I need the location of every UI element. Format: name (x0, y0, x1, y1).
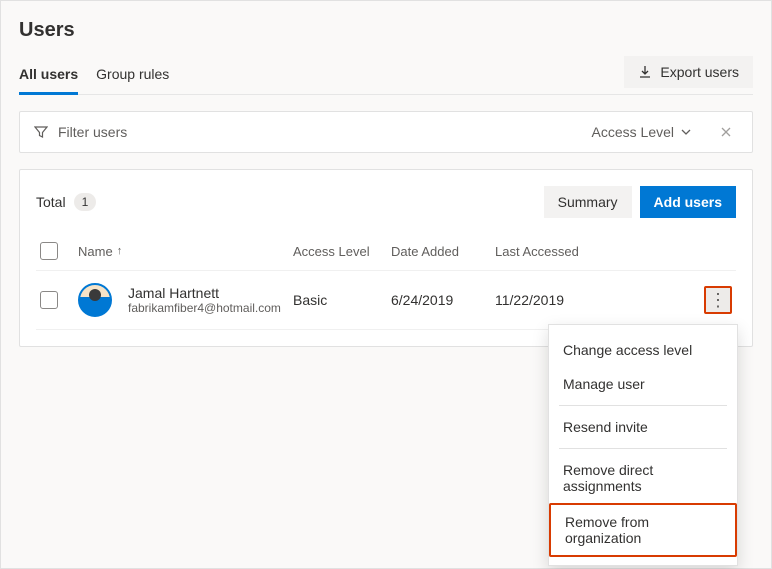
add-users-button[interactable]: Add users (640, 186, 736, 218)
menu-divider (559, 448, 727, 449)
menu-resend-invite[interactable]: Resend invite (549, 410, 737, 444)
tab-bar: All users Group rules Export users (19, 56, 753, 95)
users-card: Total 1 Summary Add users Name ↑ Access … (19, 169, 753, 347)
sort-arrow-icon: ↑ (117, 245, 123, 257)
menu-divider (559, 405, 727, 406)
select-all-checkbox[interactable] (40, 242, 58, 260)
total-label: Total (36, 194, 66, 210)
more-actions-button[interactable]: ⋮ (704, 286, 732, 314)
tab-all-users[interactable]: All users (19, 60, 78, 95)
user-email: fabrikamfiber4@hotmail.com (128, 301, 281, 315)
user-access-level: Basic (293, 292, 391, 308)
column-last-accessed[interactable]: Last Accessed (495, 244, 605, 259)
column-access-level[interactable]: Access Level (293, 244, 391, 259)
export-users-label: Export users (660, 64, 739, 80)
tab-group-rules[interactable]: Group rules (96, 60, 169, 95)
user-last-accessed: 11/22/2019 (495, 292, 605, 308)
menu-manage-user[interactable]: Manage user (549, 367, 737, 401)
menu-change-access-level[interactable]: Change access level (549, 333, 737, 367)
filter-bar: Filter users Access Level (19, 111, 753, 153)
export-users-button[interactable]: Export users (624, 56, 753, 88)
filter-input[interactable]: Filter users (58, 124, 582, 140)
row-checkbox[interactable] (40, 291, 58, 309)
access-level-dropdown[interactable]: Access Level (592, 124, 692, 140)
download-icon (638, 65, 652, 79)
close-icon[interactable] (714, 122, 738, 142)
avatar (78, 283, 112, 317)
total-badge: 1 (74, 193, 97, 211)
filter-icon (34, 125, 48, 139)
summary-button[interactable]: Summary (544, 186, 632, 218)
table-row: Jamal Hartnett fabrikamfiber4@hotmail.co… (36, 271, 736, 330)
chevron-down-icon (680, 126, 692, 138)
total-count: Total 1 (36, 193, 96, 211)
user-date-added: 6/24/2019 (391, 292, 495, 308)
menu-remove-from-organization[interactable]: Remove from organization (549, 503, 737, 557)
access-level-label: Access Level (592, 124, 674, 140)
context-menu: Change access level Manage user Resend i… (548, 324, 738, 566)
column-name[interactable]: Name (78, 244, 113, 259)
page-title: Users (19, 19, 753, 42)
user-name: Jamal Hartnett (128, 285, 281, 301)
table-header: Name ↑ Access Level Date Added Last Acce… (36, 236, 736, 271)
column-date-added[interactable]: Date Added (391, 244, 495, 259)
menu-remove-direct-assignments[interactable]: Remove direct assignments (549, 453, 737, 503)
more-vertical-icon: ⋮ (709, 290, 727, 311)
